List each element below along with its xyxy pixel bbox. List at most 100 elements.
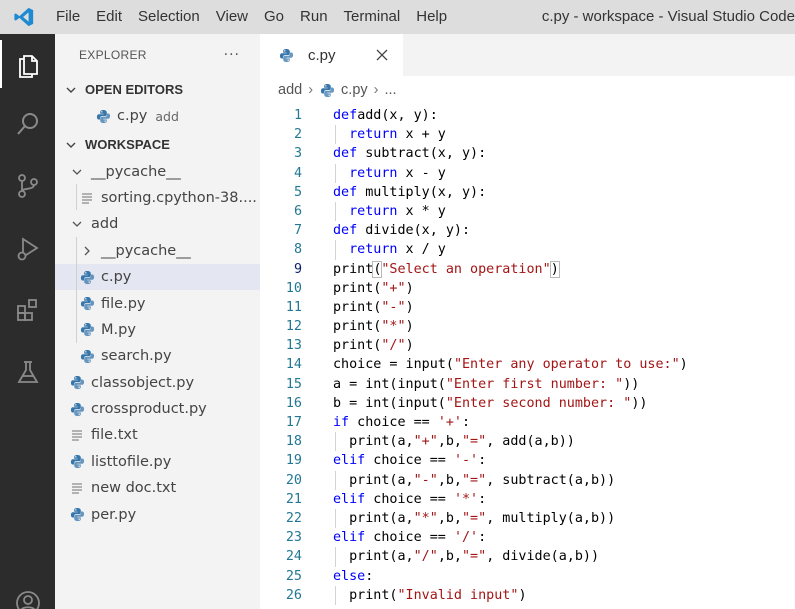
keyword-token: if (333, 415, 350, 430)
tab-c-py[interactable]: c.py (260, 34, 403, 76)
menu-file[interactable]: File (48, 0, 88, 34)
account-icon[interactable] (0, 579, 55, 609)
extensions-icon[interactable] (0, 286, 55, 334)
code-area[interactable]: 1 defadd(x, y): 2 return x + y 3 def subtrac… (260, 106, 795, 605)
menu-go[interactable]: Go (256, 0, 292, 34)
code-line: 9 print("Select an operation") (260, 260, 795, 279)
keyword-token: elif (333, 453, 366, 469)
run-debug-icon[interactable] (0, 224, 55, 272)
tree-file[interactable]: crossproduct.py (55, 396, 260, 422)
line-number: 13 (285, 338, 302, 354)
explorer-icon[interactable] (0, 40, 55, 88)
code-text: print(a,"/",b,"=", divide(a,b)) (333, 547, 599, 566)
code-text: else: (333, 567, 373, 586)
code-token: , add(a,b)) (486, 434, 575, 450)
tree-file[interactable]: listtofile.py (55, 449, 260, 475)
testing-icon[interactable] (0, 348, 55, 396)
chevron-down-icon (63, 137, 79, 153)
breadcrumb-more[interactable]: ... (384, 82, 396, 98)
keyword-token: def (333, 146, 358, 162)
line-number: 22 (285, 510, 302, 526)
tree-folder[interactable]: __pycache__ (55, 158, 260, 184)
menu-view[interactable]: View (208, 0, 256, 34)
more-actions-icon[interactable]: ··· (224, 47, 240, 63)
code-token: : (478, 530, 487, 546)
keyword-token: return (349, 127, 398, 143)
code-line: 25 else: (260, 567, 795, 586)
code-token: choice == (365, 530, 454, 546)
explorer-title: EXPLORER (79, 48, 147, 62)
tree-file[interactable]: search.py (55, 343, 260, 369)
vscode-logo-icon (0, 0, 48, 34)
line-number: 8 (293, 242, 302, 258)
line-number: 18 (285, 434, 302, 450)
tree-folder[interactable]: __pycache__ (55, 238, 260, 264)
tree-folder[interactable]: add (55, 211, 260, 237)
menu-run[interactable]: Run (292, 0, 336, 34)
search-icon[interactable] (0, 100, 55, 148)
breadcrumb-folder[interactable]: add (278, 82, 302, 98)
tree-file[interactable]: file.txt (55, 422, 260, 448)
menu-help[interactable]: Help (408, 0, 455, 34)
python-icon (69, 401, 85, 417)
code-token: print(a, (349, 549, 414, 565)
line-number: 21 (285, 491, 302, 507)
line-number: 6 (293, 203, 302, 219)
string-token: '-' (453, 453, 479, 469)
string-token: "*" (381, 319, 406, 335)
chevron-down-icon (63, 82, 79, 98)
open-editors-header[interactable]: OPEN EDITORS (55, 76, 260, 103)
tree-file[interactable]: sorting.cpython-38.... (55, 185, 260, 211)
source-control-icon[interactable] (0, 162, 55, 210)
code-line: 24 print(a,"/",b,"=", divide(a,b)) (260, 547, 795, 567)
tree-file[interactable]: per.py (55, 501, 260, 527)
code-text: print("+") (333, 279, 414, 298)
code-token: ) (405, 280, 414, 296)
string-token: '/' (453, 530, 479, 546)
code-text: if choice == '+': (333, 413, 470, 432)
close-icon[interactable] (373, 46, 391, 64)
indent-guide (76, 237, 77, 344)
menu-bar: File Edit Selection View Go Run Terminal… (48, 0, 455, 34)
workspace-header[interactable]: WORKSPACE (55, 131, 260, 158)
code-line: 26 print("Invalid input") (260, 585, 795, 605)
breadcrumb-file[interactable]: c.py (341, 82, 368, 98)
workspace-tree: __pycache__ sorting.cpython-38.... add __py… (55, 158, 260, 527)
explorer-sidebar: EXPLORER ··· OPEN EDITORS c.py add WORKS… (55, 34, 260, 609)
open-editor-item[interactable]: c.py add (55, 103, 260, 129)
code-token: ,b, (437, 472, 462, 488)
code-line: 16 b = int(input("Enter second number: ")… (260, 394, 795, 413)
code-text: print(a,"*",b,"=", multiply(a,b)) (333, 509, 615, 528)
menu-selection[interactable]: Selection (130, 0, 208, 34)
editor: c.py add › c.py › ... 1 defadd(x, y): 2 re… (260, 34, 795, 609)
code-line: 2 return x + y (260, 125, 795, 145)
line-number: 12 (285, 319, 302, 335)
code-text: print(a,"-",b,"=", subtract(a,b)) (333, 471, 615, 490)
code-line: 23 elif choice == '/': (260, 528, 795, 547)
tree-file[interactable]: classobject.py (55, 370, 260, 396)
code-token: ,b, (437, 549, 462, 565)
code-token: ,b, (437, 510, 462, 526)
line-number: 5 (293, 184, 302, 200)
code-token: : (478, 491, 487, 507)
code-text: def multiply(x, y): (333, 183, 486, 202)
code-token: : (478, 453, 487, 469)
code-token: ) (679, 357, 688, 373)
line-number: 14 (285, 357, 302, 373)
chevron-down-icon (69, 164, 85, 180)
code-token: )) (631, 395, 648, 411)
explorer-header: EXPLORER ··· (55, 34, 260, 76)
code-line: 22 print(a,"*",b,"=", multiply(a,b)) (260, 508, 795, 529)
tree-file[interactable]: M.py (55, 317, 260, 343)
menu-edit[interactable]: Edit (88, 0, 130, 34)
tree-file[interactable]: c.py (55, 263, 260, 291)
code-line: 21 elif choice == '*': (260, 490, 795, 509)
tree-file[interactable]: file.py (55, 290, 260, 316)
indent-guide (76, 184, 77, 211)
code-line: 18 print(a,"+",b,"=", add(a,b)) (260, 432, 795, 452)
string-token: "Enter any operator to use:" (453, 357, 680, 373)
tree-item-label: M.py (101, 321, 136, 338)
code-token: x / y (397, 242, 446, 258)
tree-file[interactable]: new doc.txt (55, 475, 260, 501)
menu-terminal[interactable]: Terminal (336, 0, 409, 34)
